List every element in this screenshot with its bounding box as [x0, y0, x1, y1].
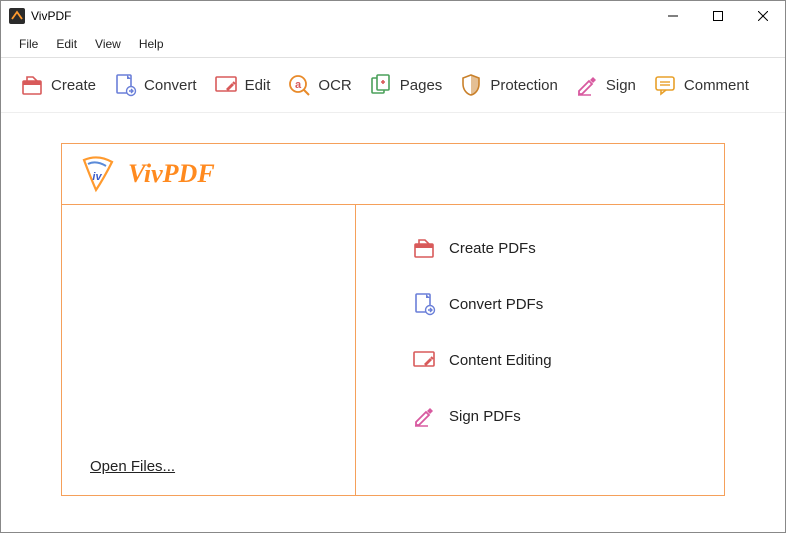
create-icon [19, 72, 45, 98]
pages-button[interactable]: Pages [366, 68, 445, 102]
menu-edit[interactable]: Edit [48, 35, 85, 53]
action-create-pdfs[interactable]: Create PDFs [411, 235, 704, 261]
logo-text: VivPDF [128, 159, 215, 189]
protection-label: Protection [490, 77, 558, 94]
app-icon [9, 8, 25, 24]
maximize-button[interactable] [695, 1, 740, 31]
create-icon [411, 235, 437, 261]
convert-icon [112, 72, 138, 98]
toolbar: Create Convert Edit a OCR Pages Protecti… [1, 58, 785, 113]
open-files-link[interactable]: Open Files... [90, 458, 175, 475]
pages-icon [368, 72, 394, 98]
menubar: File Edit View Help [1, 31, 785, 58]
menu-file[interactable]: File [11, 35, 46, 53]
logo-row: iv VivPDF [62, 144, 724, 205]
edit-label: Edit [245, 77, 271, 94]
sign-icon [574, 72, 600, 98]
action-content-editing[interactable]: Content Editing [411, 347, 704, 373]
svg-text:iv: iv [92, 171, 102, 183]
action-sign-label: Sign PDFs [449, 408, 521, 425]
ocr-icon: a [286, 72, 312, 98]
comment-label: Comment [684, 77, 749, 94]
protection-button[interactable]: Protection [456, 68, 560, 102]
sign-icon [411, 403, 437, 429]
action-sign-pdfs[interactable]: Sign PDFs [411, 403, 704, 429]
create-button[interactable]: Create [17, 68, 98, 102]
content-area: iv VivPDF Open Files... Create PDFs [1, 113, 785, 526]
ocr-label: OCR [318, 77, 351, 94]
pages-label: Pages [400, 77, 443, 94]
window-title: VivPDF [31, 9, 650, 23]
action-convert-pdfs[interactable]: Convert PDFs [411, 291, 704, 317]
shield-icon [458, 72, 484, 98]
convert-button[interactable]: Convert [110, 68, 199, 102]
menu-help[interactable]: Help [131, 35, 172, 53]
welcome-columns: Open Files... Create PDFs Convert PDFs [62, 205, 724, 495]
action-edit-label: Content Editing [449, 352, 552, 369]
ocr-button[interactable]: a OCR [284, 68, 353, 102]
action-create-label: Create PDFs [449, 240, 536, 257]
edit-icon [411, 347, 437, 373]
comment-button[interactable]: Comment [650, 68, 751, 102]
action-convert-label: Convert PDFs [449, 296, 543, 313]
comment-icon [652, 72, 678, 98]
close-button[interactable] [740, 1, 785, 31]
logo-icon: iv [76, 152, 120, 196]
quick-actions-panel: Create PDFs Convert PDFs Content Editing [356, 205, 724, 495]
edit-icon [213, 72, 239, 98]
window-controls [650, 1, 785, 31]
sign-button[interactable]: Sign [572, 68, 638, 102]
menu-view[interactable]: View [87, 35, 129, 53]
minimize-button[interactable] [650, 1, 695, 31]
welcome-panel: iv VivPDF Open Files... Create PDFs [61, 143, 725, 496]
create-label: Create [51, 77, 96, 94]
recent-files-panel: Open Files... [62, 205, 356, 495]
sign-label: Sign [606, 77, 636, 94]
convert-label: Convert [144, 77, 197, 94]
convert-icon [411, 291, 437, 317]
titlebar: VivPDF [1, 1, 785, 31]
svg-text:a: a [295, 79, 302, 91]
edit-button[interactable]: Edit [211, 68, 273, 102]
